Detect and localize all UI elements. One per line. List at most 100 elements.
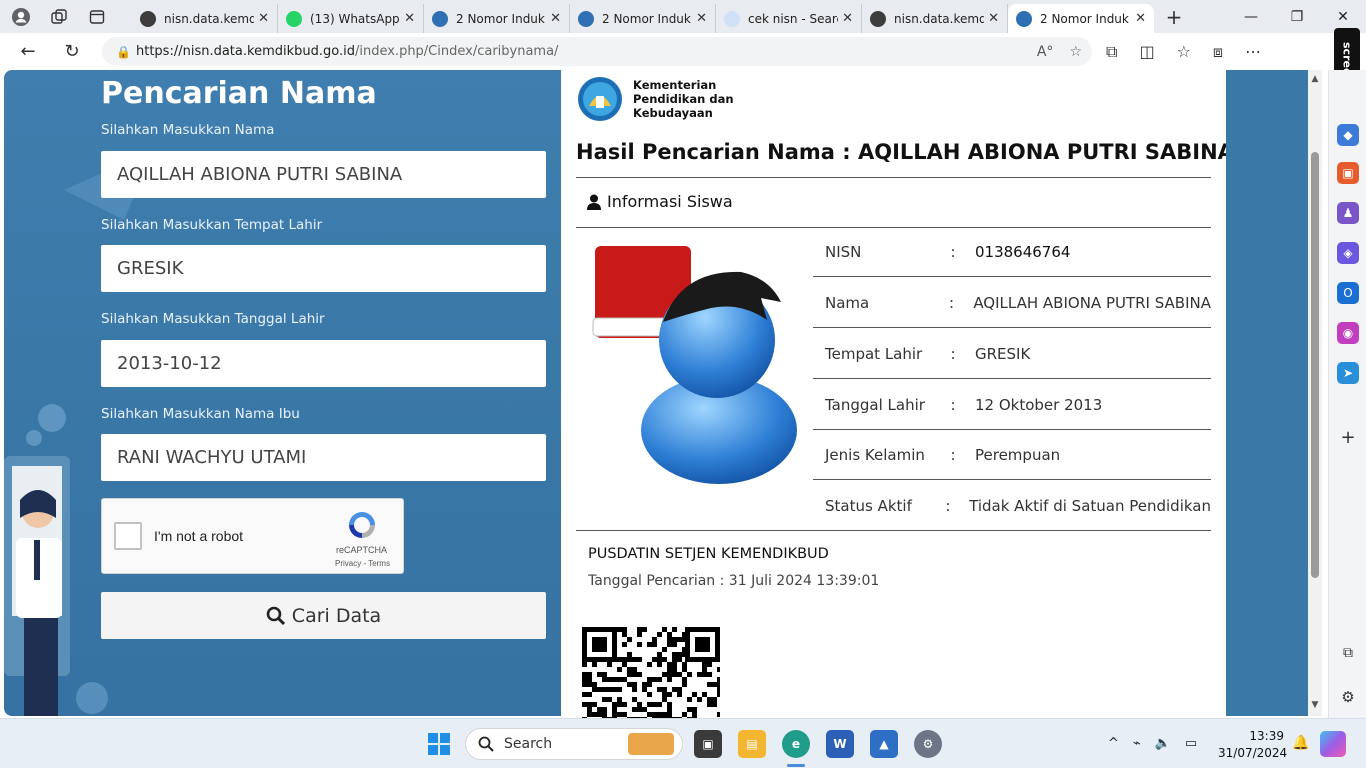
lock-icon[interactable]: 🔒 (116, 45, 136, 59)
close-tab-icon[interactable]: ✕ (1135, 11, 1146, 26)
file-explorer-icon[interactable]: ▤ (738, 730, 766, 758)
toolbar-right: ⧉ ◫ ☆ ⧈ ⋯ (1106, 33, 1261, 70)
new-tab-button[interactable]: + (1154, 5, 1194, 29)
search-timestamp: Tanggal Pencarian : 31 Juli 2024 13:39:0… (588, 573, 880, 589)
ministry-name: Kementerian Pendidikan dan Kebudayaan (633, 78, 734, 120)
network-icon[interactable]: ⌁ (1133, 736, 1141, 751)
birthdate-input[interactable]: 2013-10-12 (101, 340, 546, 387)
system-clock[interactable]: 13:39 31/07/2024 (1218, 728, 1288, 762)
tab-strip: nisn.data.kemd ✕ (13) WhatsApp ✕ 2 Nomor I… (0, 0, 1366, 33)
search-submit-button[interactable]: Cari Data (101, 592, 546, 639)
task-view-icon[interactable]: ▣ (694, 730, 722, 758)
minimize-icon[interactable]: — (1228, 0, 1274, 33)
send-icon[interactable]: ➤ (1337, 362, 1359, 384)
search-highlight-icon (628, 733, 674, 755)
kemdikbud-favicon-icon (432, 10, 448, 27)
extensions-icon[interactable]: ⧉ (1106, 42, 1117, 62)
taskbar-search-placeholder: Search (504, 736, 553, 752)
tab-title: cek nisn - Searc (748, 11, 839, 26)
designer-icon[interactable]: ◉ (1337, 322, 1359, 344)
page-viewport: Pencarian Nama Silahkan Masukkan Nama AQ… (0, 70, 1328, 718)
refresh-icon[interactable]: ↻ (50, 33, 94, 70)
add-sidebar-app-icon[interactable]: + (1337, 426, 1359, 448)
split-screen-icon[interactable]: ◫ (1139, 42, 1154, 61)
back-icon[interactable]: ← (6, 33, 50, 70)
scrollbar-thumb[interactable] (1311, 152, 1319, 578)
windows-start-icon[interactable] (428, 733, 450, 755)
whatsapp-icon (286, 10, 302, 27)
browser-tab[interactable]: 2 Nomor Induk ✕ (570, 4, 716, 33)
browser-tab[interactable]: nisn.data.kemd ✕ (862, 4, 1008, 33)
profile-icon[interactable] (10, 6, 32, 28)
photos-icon[interactable]: ▲ (870, 730, 898, 758)
browser-tab[interactable]: (13) WhatsApp ✕ (278, 4, 424, 33)
screenshot-icon[interactable]: ⧉ (1337, 642, 1359, 664)
address-bar-actions: A° ☆ (1037, 37, 1082, 66)
read-aloud-icon[interactable]: A° (1037, 44, 1054, 60)
close-tab-icon[interactable]: ✕ (842, 11, 853, 26)
browser-tab[interactable]: 2 Nomor Induk ✕ (424, 4, 570, 33)
divider (576, 177, 1211, 178)
address-bar[interactable]: 🔒 https://nisn.data.kemdikbud.go.id/inde… (102, 37, 1092, 66)
recaptcha-checkbox[interactable] (114, 522, 142, 550)
games-icon[interactable]: ♟ (1337, 202, 1359, 224)
birthplace-input[interactable]: GRESIK (101, 245, 546, 292)
close-tab-icon[interactable]: ✕ (258, 11, 269, 26)
edge-sidebar: ◆ ▣ ♟ ◈ O ◉ ➤ + ⧉ ⚙ (1328, 70, 1366, 718)
info-value: Tidak Aktif di Satuan Pendidikan (969, 496, 1211, 515)
more-menu-icon[interactable]: ⋯ (1245, 42, 1261, 61)
info-value: 0138646764 (975, 242, 1071, 261)
result-card: Kementerian Pendidikan dan Kebudayaan Ha… (561, 70, 1234, 718)
recaptcha-logo-icon (349, 512, 375, 538)
tut-wuri-handayani-logo (578, 77, 622, 121)
taskbar-search[interactable]: Search (465, 728, 683, 760)
birthplace-label: Silahkan Masukkan Tempat Lahir (101, 217, 323, 233)
collections-icon[interactable]: ⧈ (1213, 42, 1223, 62)
close-tab-icon[interactable]: ✕ (404, 11, 415, 26)
volume-icon[interactable]: 🔈 (1155, 736, 1171, 751)
favorites-icon[interactable]: ☆ (1177, 42, 1191, 61)
sidebar-settings-icon[interactable]: ⚙ (1337, 686, 1359, 708)
page-favicon-icon (870, 10, 886, 27)
browser-tab[interactable]: nisn.data.kemd ✕ (132, 4, 278, 33)
section-heading: Informasi Siswa (587, 192, 733, 211)
tab-title: 2 Nomor Induk (456, 11, 545, 26)
shopping-icon[interactable]: ◆ (1337, 124, 1359, 146)
show-hidden-icons-icon[interactable]: ^ (1108, 736, 1119, 751)
background-right-strip (1226, 70, 1308, 716)
browser-tab-active[interactable]: 2 Nomor Induk ✕ (1008, 4, 1154, 33)
info-key: Status Aktif (825, 496, 912, 515)
maximize-icon[interactable]: ❐ (1274, 0, 1320, 33)
workspaces-icon[interactable] (48, 6, 70, 28)
mother-name-label: Silahkan Masukkan Nama Ibu (101, 406, 300, 422)
navigation-bar: ← ↻ 🔒 https://nisn.data.kemdikbud.go.id /… (0, 33, 1366, 70)
tools-icon[interactable]: ▣ (1337, 162, 1359, 184)
kemdikbud-favicon-icon (1016, 10, 1032, 27)
tab-actions-icon[interactable] (86, 6, 108, 28)
notification-bell-icon[interactable]: 🔔 (1292, 735, 1309, 751)
word-icon[interactable]: W (826, 730, 854, 758)
settings-icon[interactable]: ⚙ (914, 730, 942, 758)
edge-browser-icon[interactable]: e (782, 730, 810, 758)
info-row-tanggal-lahir: Tanggal Lahir:12 Oktober 2013 (813, 380, 1211, 430)
scroll-down-icon[interactable]: ▼ (1310, 700, 1320, 710)
scroll-up-icon[interactable]: ▲ (1310, 74, 1320, 84)
outlook-icon[interactable]: O (1337, 282, 1359, 304)
search-icon (478, 736, 494, 752)
info-value: AQILLAH ABIONA PUTRI SABINA (973, 293, 1211, 312)
mother-name-input[interactable]: RANI WACHYU UTAMI (101, 434, 546, 481)
page-scrollbar[interactable]: ▲ ▼ (1308, 70, 1322, 716)
close-tab-icon[interactable]: ✕ (696, 11, 707, 26)
name-input[interactable]: AQILLAH ABIONA PUTRI SABINA (101, 151, 546, 198)
clock-date: 31/07/2024 (1218, 746, 1288, 760)
close-tab-icon[interactable]: ✕ (550, 11, 561, 26)
name-label: Silahkan Masukkan Nama (101, 122, 275, 138)
close-tab-icon[interactable]: ✕ (988, 11, 999, 26)
info-row-status-aktif: Status Aktif: Tidak Aktif di Satuan Pendi… (813, 481, 1211, 531)
recaptcha-terms-link[interactable]: Privacy - Terms (335, 559, 390, 568)
favorite-star-icon[interactable]: ☆ (1069, 44, 1082, 60)
copilot-taskbar-icon[interactable] (1320, 731, 1346, 757)
browser-tab[interactable]: cek nisn - Searc ✕ (716, 4, 862, 33)
copilot-icon[interactable]: ◈ (1337, 242, 1359, 264)
battery-icon[interactable]: ▭ (1185, 736, 1197, 751)
